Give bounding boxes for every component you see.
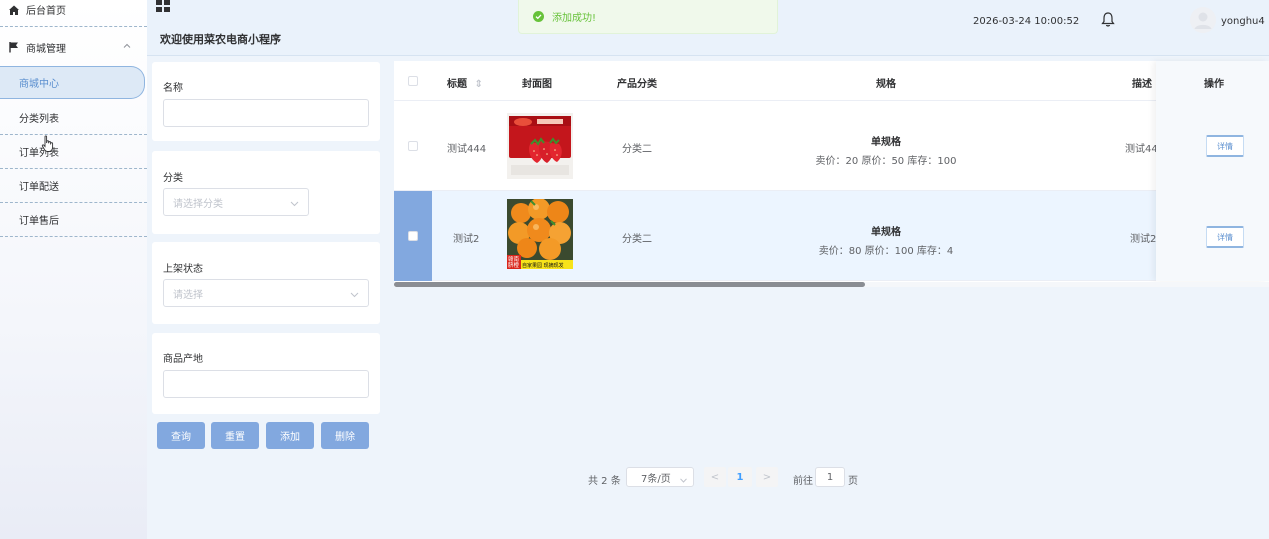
origin-input[interactable]: [163, 370, 369, 398]
sidebar-item-order-delivery[interactable]: 订单配送: [0, 169, 147, 203]
header-op: 操作: [1204, 79, 1224, 90]
strawberry-image: [507, 113, 573, 179]
table-row[interactable]: 测试444 分类二 单规格 卖价：20 原价：50 库存：100 测试444: [394, 101, 1269, 191]
sidebar: 后台首页 商城管理 商城中心 分类列表 订单列表 订单配送 订单售后: [0, 0, 147, 539]
sidebar-item-label: 订单售后: [19, 216, 59, 227]
delete-button[interactable]: 删除: [321, 422, 369, 449]
flag-icon: [8, 41, 20, 53]
current-datetime: 2026-03-24 10:00:52: [973, 16, 1080, 27]
header-category: 产品分类: [617, 79, 657, 90]
filter-card-category: 分类 请选择分类: [152, 151, 380, 234]
horizontal-scrollbar[interactable]: [394, 282, 1269, 287]
sidebar-item-after-sales[interactable]: 订单售后: [0, 203, 147, 237]
header-spec: 规格: [876, 79, 896, 90]
table-header: 标题 ⇕ 封面图 产品分类 规格 描述: [394, 61, 1269, 101]
origin-label: 商品产地: [163, 354, 203, 365]
row-category: 分类二: [622, 144, 652, 155]
page-size-value: 7条/页: [641, 473, 671, 485]
chevron-down-icon: [680, 475, 687, 483]
select-all-checkbox[interactable]: [408, 76, 418, 86]
status-select[interactable]: 请选择: [163, 279, 369, 307]
sidebar-item-label: 商城中心: [19, 79, 59, 90]
orange-image-text-b: 脐橙: [508, 261, 520, 269]
reset-button[interactable]: 重置: [211, 422, 259, 449]
success-check-icon: [533, 11, 544, 22]
sidebar-item-label: 分类列表: [19, 114, 59, 125]
success-toast: 添加成功!: [518, 0, 778, 34]
top-header: 欢迎使用菜农电商小程序 添加成功! 2026-03-24 10:00:52 yo…: [147, 0, 1269, 56]
filter-card-name: 名称: [152, 62, 380, 141]
scrollbar-thumb[interactable]: [394, 282, 865, 287]
sidebar-item-order-list[interactable]: 订单列表: [0, 135, 147, 169]
header-title-label: 标题: [447, 79, 467, 90]
row-title: 测试2: [453, 234, 480, 245]
sidebar-item-category-list[interactable]: 分类列表: [0, 101, 147, 135]
orange-image-text-c: 自家果园 现摘现发: [522, 262, 564, 269]
operations-column: 操作 详情 详情: [1156, 61, 1269, 281]
avatar[interactable]: [1190, 7, 1216, 33]
row-spec: 单规格 卖价：20 原价：50 库存：100: [796, 133, 976, 167]
category-label: 分类: [163, 173, 183, 184]
chevron-down-icon: [290, 199, 299, 207]
row-spec: 单规格 卖价：80 原价：100 库存：4: [796, 223, 976, 257]
page-suffix-label: 页: [848, 476, 858, 487]
grid-menu-icon[interactable]: [156, 0, 170, 12]
next-page-button[interactable]: >: [756, 467, 778, 487]
bell-icon[interactable]: [1100, 11, 1116, 28]
add-button[interactable]: 添加: [266, 422, 314, 449]
status-label: 上架状态: [163, 264, 203, 275]
sidebar-item-label: 后台首页: [26, 6, 66, 17]
table-row[interactable]: 测试2 赣南 脐橙 自家果园 现摘现发 分类二 单规格 卖价：80 原价：100…: [394, 191, 1269, 281]
category-placeholder: 请选择分类: [173, 198, 223, 210]
page-number-1[interactable]: 1: [728, 467, 752, 487]
hand-cursor-icon: [41, 135, 55, 153]
header-cover: 封面图: [522, 79, 552, 90]
header-title[interactable]: 标题 ⇕: [447, 75, 483, 90]
category-select[interactable]: 请选择分类: [163, 188, 309, 216]
prev-page-button[interactable]: <: [704, 467, 726, 487]
name-input[interactable]: [163, 99, 369, 127]
toast-message: 添加成功!: [552, 13, 597, 24]
query-button[interactable]: 查询: [157, 422, 205, 449]
page-title: 欢迎使用菜农电商小程序: [160, 33, 281, 46]
filter-card-origin: 商品产地: [152, 333, 380, 414]
filter-card-status: 上架状态 请选择: [152, 242, 380, 324]
chevron-up-icon: [123, 42, 131, 50]
goto-label: 前往: [793, 476, 813, 487]
detail-button[interactable]: 详情: [1206, 226, 1244, 248]
spec-title: 单规格: [871, 137, 901, 148]
pagination-total: 共 2 条: [588, 476, 621, 487]
username[interactable]: yonghu4: [1221, 16, 1265, 27]
sidebar-item-home[interactable]: 后台首页: [0, 0, 147, 27]
orange-image-text-a: 赣南: [508, 255, 520, 263]
home-icon: [8, 4, 20, 16]
sidebar-item-mall-management[interactable]: 商城管理: [0, 30, 147, 64]
page-size-select[interactable]: 7条/页: [626, 467, 694, 487]
status-placeholder: 请选择: [173, 289, 203, 301]
spec-detail: 卖价：80 原价：100 库存：4: [818, 246, 954, 257]
header-desc: 描述: [1132, 79, 1152, 90]
goto-page-input[interactable]: [815, 467, 845, 487]
row-desc: 测试2: [1130, 234, 1157, 245]
row-title: 测试444: [447, 144, 487, 155]
detail-button[interactable]: 详情: [1206, 135, 1244, 157]
sort-icon[interactable]: ⇕: [474, 79, 482, 90]
row-checkbox[interactable]: [408, 231, 418, 241]
sidebar-item-label: 商城管理: [26, 43, 66, 55]
product-table: 标题 ⇕ 封面图 产品分类 规格 描述 测试444 分类二 单规格 卖价：20 …: [394, 61, 1269, 287]
spec-title: 单规格: [871, 227, 901, 238]
name-label: 名称: [163, 83, 183, 94]
chevron-down-icon: [350, 290, 359, 298]
sidebar-item-label: 订单配送: [19, 182, 59, 193]
spec-detail: 卖价：20 原价：50 库存：100: [815, 156, 957, 167]
row-category: 分类二: [622, 234, 652, 245]
row-checkbox[interactable]: [408, 141, 418, 151]
orange-image: 赣南 脐橙 自家果园 现摘现发: [507, 199, 573, 269]
sidebar-item-mall-center[interactable]: 商城中心: [0, 66, 145, 99]
